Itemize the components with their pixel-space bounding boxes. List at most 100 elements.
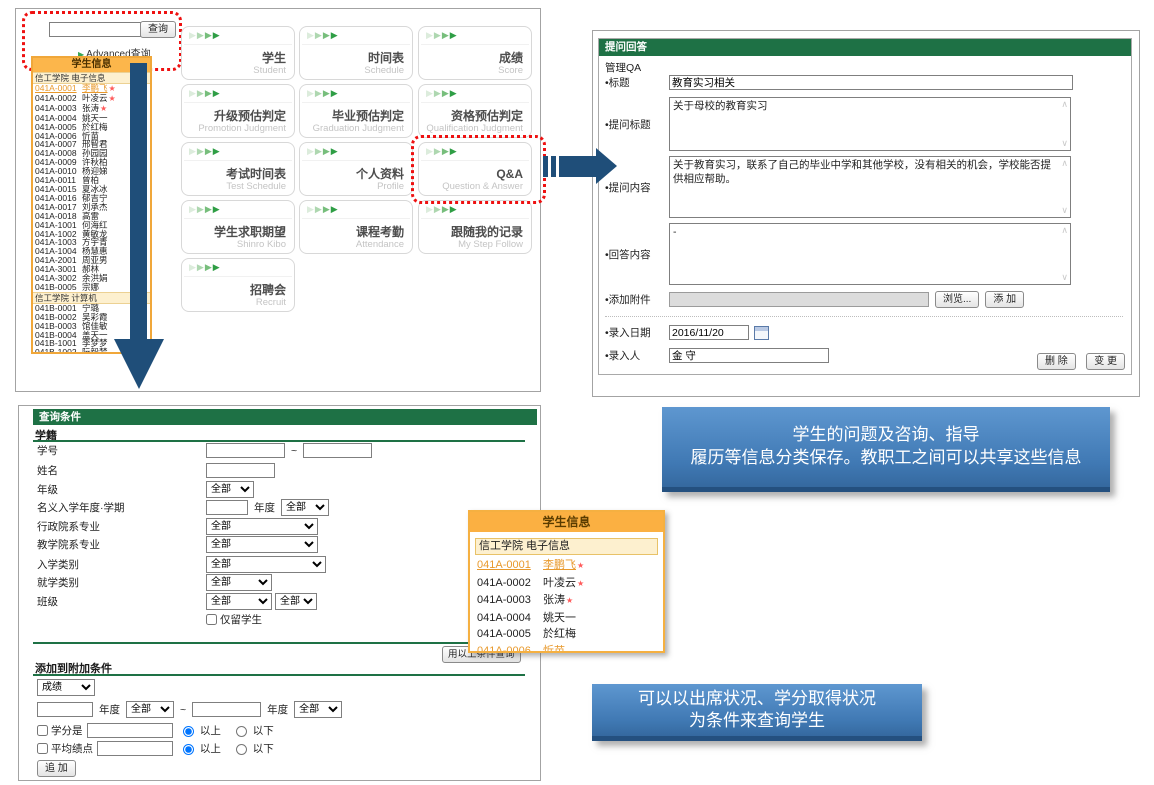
teach-dept-select[interactable]: 全部 <box>206 536 318 553</box>
attachment-label: •添加附件 <box>605 292 669 307</box>
credit-below-radio[interactable] <box>236 726 247 737</box>
tile-profile[interactable]: ▶▶▶▶个人资料Profile <box>299 142 413 196</box>
tile-promotion-judgment[interactable]: ▶▶▶▶升级预估判定Promotion Judgment <box>181 84 295 138</box>
scroll-down-icon[interactable]: ∨ <box>1061 273 1068 282</box>
credit-input[interactable] <box>87 723 173 738</box>
section-rule <box>33 440 525 442</box>
star-icon: ★ <box>577 579 584 588</box>
tile-qualification-judgment[interactable]: ▶▶▶▶资格预估判定Qualification Judgment <box>418 84 532 138</box>
tile-label-en: Promotion Judgment <box>198 123 286 134</box>
tile-label-en: Schedule <box>364 65 404 76</box>
tile-graduation-judgment[interactable]: ▶▶▶▶毕业预估判定Graduation Judgment <box>299 84 413 138</box>
answer-content-label: •回答内容 <box>605 247 669 262</box>
tile-label-en: Qualification Judgment <box>426 123 523 134</box>
term-from-select[interactable]: 全部 <box>126 701 174 718</box>
student-no-to-input[interactable] <box>303 443 372 458</box>
gpa-input[interactable] <box>97 741 173 756</box>
class-select-2[interactable]: 全部 <box>275 593 317 610</box>
tile-label-en: Shinro Kibo <box>214 239 286 250</box>
scroll-up-icon[interactable]: ∧ <box>1061 100 1068 109</box>
title-input[interactable] <box>669 75 1073 90</box>
gpa-below-radio[interactable] <box>236 744 247 755</box>
scroll-down-icon[interactable]: ∨ <box>1061 139 1068 148</box>
query-conditions-panel: 查询条件 学籍 学号 ~ 姓名 年级 全部 名义入学年度·学期 年度 全部 行政… <box>18 405 541 781</box>
question-title-textarea[interactable]: 关于母校的教育实习 ∧ ∨ <box>669 97 1071 151</box>
tile-my-step-follow[interactable]: ▶▶▶▶跟随我的记录My Step Follow <box>418 200 532 254</box>
tile-label-en: My Step Follow <box>451 239 523 250</box>
callout-query-note: 可以以出席状况、学分取得状况 为条件来查询学生 <box>592 684 922 741</box>
calendar-icon[interactable] <box>754 326 769 340</box>
name-input[interactable] <box>206 463 275 478</box>
admin-dept-select[interactable]: 全部 <box>206 518 318 535</box>
admission-type-select[interactable]: 全部 <box>206 556 326 573</box>
green-arrows-icon: ▶▶▶▶ <box>189 204 221 215</box>
student-row[interactable]: 041A-0001李鹏飞★ <box>475 557 658 575</box>
nominal-term-select[interactable]: 全部 <box>281 499 329 516</box>
student-row[interactable]: 041A-0003张涛★ <box>475 592 658 610</box>
green-arrows-icon: ▶▶▶▶ <box>307 88 339 99</box>
answer-content-textarea[interactable]: - ∧ ∨ <box>669 223 1071 285</box>
qa-panel-title: 提问回答 <box>599 39 1131 56</box>
green-arrows-icon: ▶▶▶▶ <box>307 30 339 41</box>
class-select-1[interactable]: 全部 <box>206 593 272 610</box>
student-no-from-input[interactable] <box>206 443 285 458</box>
teach-dept-label: 教学院系专业 <box>37 537 206 552</box>
change-button[interactable]: 变 更 <box>1086 353 1125 370</box>
qa-form: 提问回答 管理QA •标题 •提问标题 关于母校的教育实习 ∧ ∨ •提问内容 <box>598 38 1132 375</box>
credit-above-radio[interactable] <box>183 726 194 737</box>
question-content-textarea[interactable]: 关于教育实习，联系了自己的毕业中学和其他学校，没有相关的机会，学校能否提供相应帮… <box>669 156 1071 218</box>
condition-type-select[interactable]: 成绩 <box>37 679 95 696</box>
tile-student[interactable]: ▶▶▶▶学生Student <box>181 26 295 80</box>
attachment-add-button[interactable]: 添 加 <box>985 291 1024 308</box>
callout-qa-note: 学生的问题及咨询、指导 履历等信息分类保存。教职工之间可以共享这些信息 <box>662 407 1110 492</box>
browse-button[interactable]: 浏览... <box>935 291 979 308</box>
tile-test-schedule[interactable]: ▶▶▶▶考试时间表Test Schedule <box>181 142 295 196</box>
student-row[interactable]: 041A-0002叶凌云★ <box>475 575 658 593</box>
gpa-checkbox[interactable] <box>37 743 48 754</box>
student-row[interactable]: 041A-0005於红梅 <box>475 626 658 643</box>
student-row[interactable]: 041A-0006忻苗 <box>475 643 658 654</box>
class-label: 班级 <box>37 594 206 609</box>
title-label: •标题 <box>605 75 669 90</box>
tile-attendance[interactable]: ▶▶▶▶ 课程考勤Attendance <box>299 200 413 254</box>
flow-arrow-right-icon <box>543 148 618 184</box>
star-icon: ★ <box>109 94 116 103</box>
tile-label-zh: 个人资料 <box>356 168 404 181</box>
year-to-input[interactable] <box>192 702 261 717</box>
only-foreign-checkbox[interactable] <box>206 614 217 625</box>
tile-label-en: Attendance <box>356 239 404 250</box>
scroll-up-icon[interactable]: ∧ <box>1061 226 1068 235</box>
tile-label-en: Graduation Judgment <box>313 123 404 134</box>
search-input[interactable] <box>49 22 141 37</box>
delete-button[interactable]: 删 除 <box>1037 353 1076 370</box>
only-foreign-label: 仅留学生 <box>220 612 262 627</box>
grade-select[interactable]: 全部 <box>206 481 254 498</box>
green-arrows-icon: ▶▶▶▶ <box>307 204 339 215</box>
tile-shinro-kibo[interactable]: ▶▶▶▶学生求职期望Shinro Kibo <box>181 200 295 254</box>
entry-person-input[interactable] <box>669 348 829 363</box>
attachment-file-input[interactable] <box>669 292 929 307</box>
student-row[interactable]: 041A-0004姚天一 <box>475 610 658 627</box>
term-to-select[interactable]: 全部 <box>294 701 342 718</box>
gpa-above-radio[interactable] <box>183 744 194 755</box>
tile-label-en: Profile <box>356 181 404 192</box>
green-arrows-icon: ▶▶▶▶ <box>189 146 221 157</box>
tile-label-zh: 升级预估判定 <box>198 110 286 123</box>
tile-label-zh: 课程考勤 <box>356 226 404 239</box>
search-button[interactable]: 查询 <box>140 21 176 38</box>
year-from-input[interactable] <box>37 702 93 717</box>
tile-score[interactable]: ▶▶▶▶成绩Score <box>418 26 532 80</box>
credit-checkbox[interactable] <box>37 725 48 736</box>
nominal-year-input[interactable] <box>206 500 248 515</box>
star-icon: ★ <box>577 561 584 570</box>
entry-person-label: •录入人 <box>605 348 669 363</box>
entry-date-input[interactable] <box>669 325 749 340</box>
tile-label-zh: 考试时间表 <box>226 168 286 181</box>
study-type-select[interactable]: 全部 <box>206 574 272 591</box>
scroll-up-icon[interactable]: ∧ <box>1061 159 1068 168</box>
scroll-down-icon[interactable]: ∨ <box>1061 206 1068 215</box>
tile-recruit[interactable]: ▶▶▶▶招聘会Recruit <box>181 258 295 312</box>
separator <box>605 316 1123 317</box>
append-condition-button[interactable]: 追 加 <box>37 760 76 777</box>
tile-schedule[interactable]: ▶▶▶▶时间表Schedule <box>299 26 413 80</box>
